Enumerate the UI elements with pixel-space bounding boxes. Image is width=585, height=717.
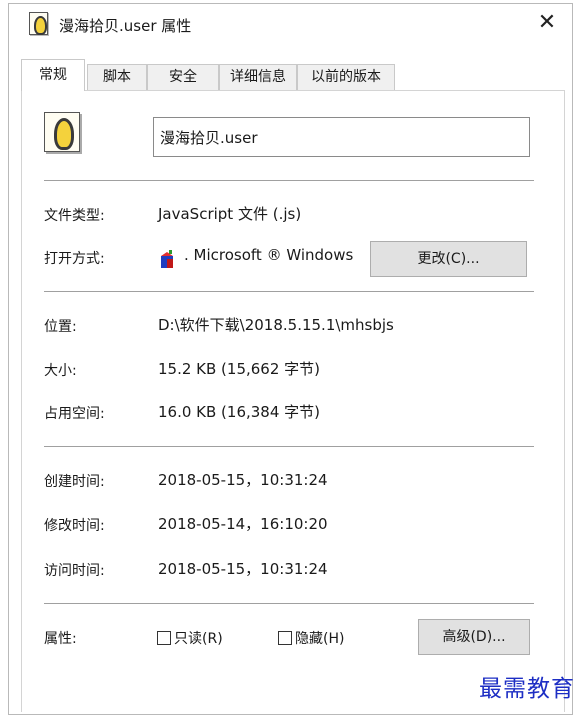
tab-security[interactable]: 安全	[147, 64, 219, 90]
window-title: 漫海拾贝.user 属性	[59, 17, 192, 35]
title-bar: 漫海拾贝.user 属性 ✕	[9, 4, 572, 44]
readonly-label: 只读(R)	[174, 631, 223, 647]
divider	[44, 180, 534, 181]
accessed-value: 2018-05-15，10:31:24	[158, 560, 328, 578]
size-on-disk-label: 占用空间:	[44, 406, 105, 422]
file-type-label: 文件类型:	[44, 208, 105, 224]
size-value: 15.2 KB (15,662 字节)	[158, 360, 321, 378]
watermark: 最需教育	[479, 676, 575, 702]
file-name-field[interactable]: 漫海拾贝.user	[153, 117, 530, 157]
modified-value: 2018-05-14，16:10:20	[158, 515, 328, 533]
windows-script-host-icon	[161, 250, 173, 268]
tab-previous-versions[interactable]: 以前的版本	[297, 64, 395, 90]
advanced-button[interactable]: 高级(D)...	[418, 619, 530, 655]
divider	[44, 603, 534, 604]
readonly-checkbox[interactable]: 只读(R)	[157, 628, 223, 648]
location-value: D:\软件下载\2018.5.15.1\mhsbjs	[158, 316, 394, 334]
open-with-label: 打开方式:	[44, 251, 105, 267]
checkbox-box[interactable]	[157, 631, 171, 645]
javascript-file-icon	[29, 12, 48, 35]
divider	[44, 291, 534, 292]
divider	[44, 446, 534, 447]
accessed-label: 访问时间:	[44, 563, 105, 579]
tab-details[interactable]: 详细信息	[219, 64, 297, 90]
tab-general[interactable]: 常规	[21, 59, 85, 91]
file-type-value: JavaScript 文件 (.js)	[158, 205, 302, 223]
checkbox-box[interactable]	[278, 631, 292, 645]
tab-script[interactable]: 脚本	[87, 64, 147, 90]
location-label: 位置:	[44, 319, 77, 335]
size-label: 大小:	[44, 363, 77, 379]
close-button[interactable]: ✕	[530, 8, 564, 38]
created-label: 创建时间:	[44, 474, 105, 490]
size-on-disk-value: 16.0 KB (16,384 字节)	[158, 403, 321, 421]
modified-label: 修改时间:	[44, 518, 105, 534]
open-with-value: . Microsoft ® Windows	[184, 246, 354, 264]
created-value: 2018-05-15，10:31:24	[158, 471, 328, 489]
hidden-label: 隐藏(H)	[295, 631, 345, 647]
javascript-file-icon	[44, 112, 80, 152]
change-button[interactable]: 更改(C)...	[370, 241, 527, 277]
hidden-checkbox[interactable]: 隐藏(H)	[278, 628, 344, 648]
attributes-label: 属性:	[44, 631, 77, 647]
